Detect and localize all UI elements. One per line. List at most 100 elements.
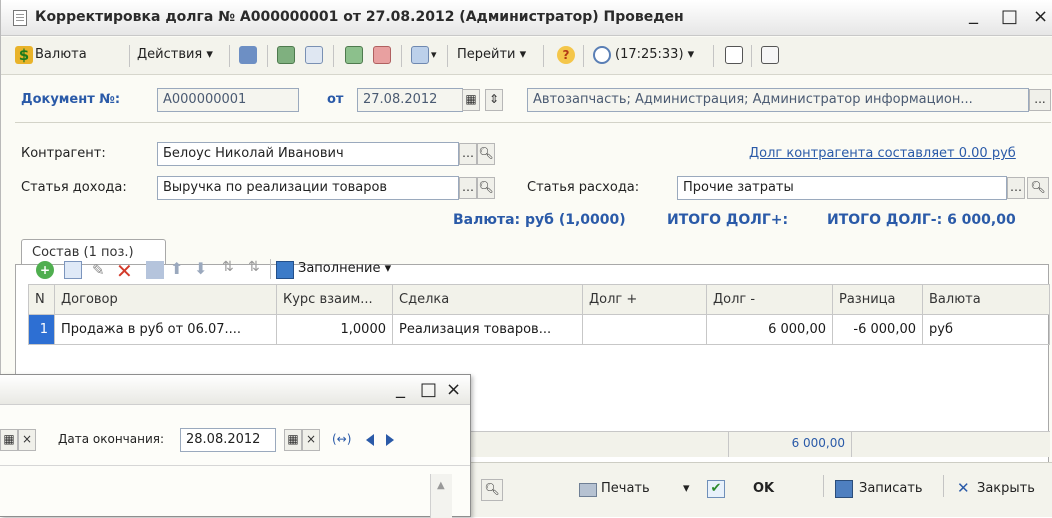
toolbar-separator: [583, 45, 584, 67]
debt-minus-cell[interactable]: 6 000,00: [706, 314, 833, 345]
save-icon: [835, 480, 853, 498]
help-icon[interactable]: ?: [557, 46, 575, 64]
structure-icon[interactable]: [373, 46, 391, 64]
column-header-currency[interactable]: Валюта: [922, 284, 1050, 315]
contractor-debt-link[interactable]: Долг контрагента составляет 0.00 руб: [749, 146, 1016, 161]
income-search-icon[interactable]: 🔍︎: [477, 177, 495, 199]
income-item-field[interactable]: Выручка по реализации товаров: [157, 176, 459, 200]
expense-search-icon[interactable]: 🔍︎: [1027, 177, 1049, 199]
start-date-clear-icon[interactable]: ×: [18, 429, 36, 451]
document-number-field[interactable]: А000000001: [157, 88, 299, 112]
previous-period-icon[interactable]: [366, 434, 374, 446]
chevron-down-icon[interactable]: ▾: [431, 48, 437, 61]
organization-select-button[interactable]: ...: [1029, 89, 1051, 111]
sort-ascending-icon[interactable]: ⇅: [222, 259, 234, 275]
minimize-button[interactable]: _: [969, 4, 978, 25]
sort-descending-icon[interactable]: ⇅: [248, 259, 260, 275]
end-date-clear-icon[interactable]: ×: [302, 429, 320, 451]
close-icon: ✕: [957, 479, 970, 497]
popup-maximize-button[interactable]: □: [420, 379, 437, 400]
clock-icon[interactable]: [593, 46, 611, 64]
rate-cell[interactable]: 1,0000: [276, 314, 393, 345]
period-window: _ □ × ▦ × Дата окончания: 28.08.2012 ▦ ×…: [0, 374, 471, 518]
fill-menu[interactable]: Заполнение ▾: [298, 261, 391, 276]
contractor-select-button[interactable]: …: [459, 143, 477, 165]
maximize-button[interactable]: □: [1001, 6, 1018, 27]
column-header-debt-plus[interactable]: Долг +: [582, 284, 707, 315]
expense-item-field[interactable]: Прочие затраты: [677, 176, 1007, 200]
close-button[interactable]: Закрыть: [977, 481, 1035, 496]
date-spinner[interactable]: ⇕: [485, 89, 503, 111]
column-header-debt-minus[interactable]: Долг -: [706, 284, 833, 315]
search-icon[interactable]: 🔍︎: [481, 479, 503, 501]
move-up-icon[interactable]: ⬆: [170, 259, 183, 278]
column-header-deal[interactable]: Сделка: [392, 284, 583, 315]
toolbar-separator: [270, 259, 271, 279]
income-select-button[interactable]: …: [459, 177, 477, 199]
ok-button[interactable]: OK: [753, 481, 774, 496]
toolbar-separator: [751, 45, 752, 67]
structure-tree-icon[interactable]: [725, 46, 743, 64]
calendar-icon[interactable]: ▦: [462, 89, 480, 111]
start-date-calendar-icon[interactable]: ▦: [0, 429, 18, 451]
close-window-button[interactable]: ×: [1033, 6, 1048, 27]
column-header-difference[interactable]: Разница: [832, 284, 923, 315]
currency-cell[interactable]: руб: [922, 314, 1050, 345]
add-row-icon[interactable]: +: [36, 261, 54, 279]
contract-cell[interactable]: Продажа в руб от 06.07....: [54, 314, 277, 345]
toolbar-separator: [401, 45, 402, 67]
table-row[interactable]: 1 Продажа в руб от 06.07.... 1,0000 Реал…: [28, 314, 1050, 345]
divider: [15, 122, 1051, 123]
table-header-row: N Договор Курс взаим... Сделка Долг + До…: [28, 284, 1050, 315]
post-icon[interactable]: [239, 46, 257, 64]
copy-row-icon[interactable]: [64, 261, 82, 279]
list-icon[interactable]: [761, 46, 779, 64]
create-based-on-icon[interactable]: [345, 46, 363, 64]
movements-icon[interactable]: [411, 46, 429, 64]
next-period-icon[interactable]: [386, 434, 394, 446]
actions-menu[interactable]: Действия ▾: [137, 47, 213, 62]
popup-scrollbar[interactable]: ▲: [430, 474, 452, 518]
contractor-search-icon[interactable]: 🔍︎: [477, 143, 495, 165]
organization-field[interactable]: Автозапчасть; Администрация; Администрат…: [527, 88, 1029, 112]
scroll-up-icon[interactable]: ▲: [437, 480, 445, 491]
column-header-n[interactable]: N: [28, 284, 55, 315]
printer-icon: [579, 483, 597, 497]
print-menu-chevron-icon[interactable]: ▾: [683, 481, 690, 496]
document-date-field[interactable]: 27.08.2012: [357, 88, 463, 112]
time-menu[interactable]: (17:25:33) ▾: [615, 47, 694, 62]
row-number[interactable]: 1: [28, 314, 55, 345]
deal-cell[interactable]: Реализация товаров...: [392, 314, 583, 345]
end-date-calendar-icon[interactable]: ▦: [284, 429, 302, 451]
footer-debt-minus-total: 6 000,00: [728, 431, 852, 457]
delete-row-icon[interactable]: ✕: [116, 259, 133, 283]
post-and-check-icon[interactable]: ✔: [707, 480, 725, 498]
fill-icon[interactable]: [276, 261, 294, 279]
currency-icon: $: [15, 46, 33, 64]
toolbar-separator: [823, 475, 824, 497]
popup-minimize-button[interactable]: _: [396, 378, 405, 399]
end-edit-icon[interactable]: [146, 261, 164, 279]
period-window-title-bar: _ □ ×: [0, 375, 470, 405]
toolbar-separator: [333, 45, 334, 67]
print-button[interactable]: Печать: [601, 481, 650, 496]
period-select-icon[interactable]: (↔): [332, 432, 351, 446]
column-header-rate[interactable]: Курс взаим...: [276, 284, 393, 315]
copy-document-icon[interactable]: [305, 46, 323, 64]
income-item-label: Статья дохода:: [21, 180, 127, 195]
save-button[interactable]: Записать: [859, 481, 923, 496]
expense-select-button[interactable]: …: [1007, 177, 1025, 199]
popup-close-button[interactable]: ×: [446, 379, 461, 400]
end-date-field[interactable]: 28.08.2012: [180, 428, 276, 452]
edit-row-icon[interactable]: ✎: [92, 261, 110, 279]
currency-button[interactable]: Валюта: [35, 47, 87, 62]
difference-cell[interactable]: -6 000,00: [832, 314, 923, 345]
refresh-icon[interactable]: [277, 46, 295, 64]
total-debt-minus: ИТОГО ДОЛГ-: 6 000,00: [827, 212, 1016, 228]
navigate-menu[interactable]: Перейти ▾: [457, 47, 526, 62]
toolbar-separator: [129, 45, 130, 67]
debt-plus-cell[interactable]: [582, 314, 707, 345]
move-down-icon[interactable]: ⬇: [194, 259, 207, 278]
contractor-field[interactable]: Белоус Николай Иванович: [157, 142, 459, 166]
column-header-contract[interactable]: Договор: [54, 284, 277, 315]
